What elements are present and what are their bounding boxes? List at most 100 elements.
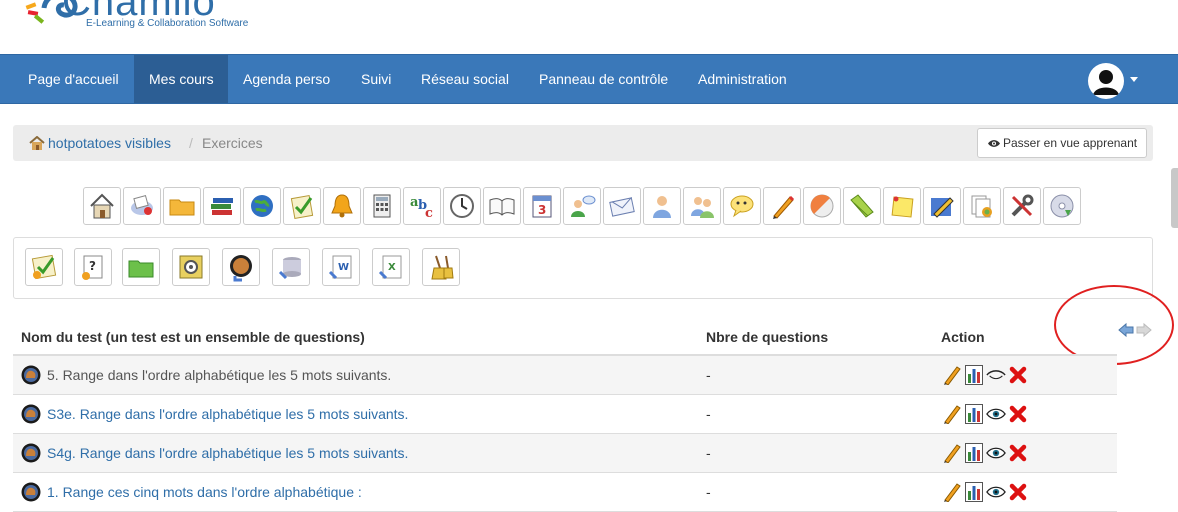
question-count: - [706, 406, 711, 422]
edit-icon[interactable] [942, 481, 962, 503]
edit-icon[interactable] [942, 364, 962, 386]
breadcrumb-current: Exercices [202, 135, 263, 151]
question-count: - [706, 484, 711, 500]
settings-icon[interactable] [1003, 187, 1041, 225]
results-icon[interactable] [964, 403, 984, 425]
home-icon[interactable] [83, 187, 121, 225]
column-header-name[interactable]: Nom du test (un test est un ensemble de … [21, 329, 365, 345]
course-tools-toolbar: abc 3 [83, 187, 1083, 227]
logo-tagline: E-Learning & Collaboration Software [86, 18, 249, 29]
table-row: S4g. Range dans l'ordre alphabétique les… [13, 434, 1117, 473]
nav-agenda[interactable]: Agenda perso [228, 55, 345, 103]
column-header-questions[interactable]: Nbre de questions [706, 329, 828, 345]
results-icon[interactable] [964, 364, 984, 386]
question-count: - [706, 445, 711, 461]
exercises-icon[interactable] [283, 187, 321, 225]
nav-tracking[interactable]: Suivi [346, 55, 406, 103]
wiki-icon[interactable] [843, 187, 881, 225]
row-actions [942, 481, 1028, 503]
links-icon[interactable] [243, 187, 281, 225]
assignments-icon[interactable] [763, 187, 801, 225]
gradebook-icon[interactable] [363, 187, 401, 225]
hotpotatoes-icon [21, 482, 41, 502]
glossary-icon[interactable]: abc [403, 187, 441, 225]
announcements-icon[interactable] [323, 187, 361, 225]
delete-icon[interactable] [1008, 364, 1028, 386]
row-actions [942, 442, 1028, 464]
results-icon[interactable] [964, 442, 984, 464]
svg-text:3: 3 [538, 203, 546, 217]
chat-icon[interactable] [723, 187, 761, 225]
svg-text:c: c [425, 206, 433, 220]
forum-icon[interactable] [563, 187, 601, 225]
attendance-icon[interactable] [443, 187, 481, 225]
new-category-icon[interactable] [122, 248, 160, 286]
nav-home[interactable]: Page d'accueil [13, 55, 134, 103]
breadcrumb: hotpotatoes visibles / Exercices Passer … [13, 125, 1153, 161]
svg-text:W: W [338, 262, 349, 273]
exercise-title[interactable]: S4g. Range dans l'ordre alphabétique les… [47, 445, 408, 461]
new-question-icon[interactable]: ? [74, 248, 112, 286]
student-view-label: Passer en vue apprenant [1003, 136, 1138, 150]
notebook-icon[interactable] [883, 187, 921, 225]
nav-dashboard[interactable]: Panneau de contrôle [524, 55, 683, 103]
survey-icon[interactable] [803, 187, 841, 225]
course-progress-icon[interactable] [483, 187, 521, 225]
nav-social[interactable]: Réseau social [406, 55, 524, 103]
clean-results-icon[interactable] [422, 248, 460, 286]
edit-icon[interactable] [942, 442, 962, 464]
nav-administration[interactable]: Administration [683, 55, 802, 103]
import-word-icon[interactable]: W [322, 248, 360, 286]
table-row: 1. Range ces cinq mots dans l'ordre alph… [13, 473, 1117, 512]
exercise-title[interactable]: 5. Range dans l'ordre alphabétique les 5… [47, 367, 391, 383]
question-count: - [706, 367, 711, 383]
breadcrumb-separator: / [189, 135, 193, 151]
import-excel-icon[interactable]: X [372, 248, 410, 286]
student-view-button[interactable]: Passer en vue apprenant [977, 128, 1147, 158]
nav-my-courses[interactable]: Mes cours [134, 55, 228, 103]
row-actions [942, 364, 1028, 386]
results-icon[interactable] [964, 481, 984, 503]
row-actions [942, 403, 1028, 425]
new-exercise-icon[interactable] [25, 248, 63, 286]
edit-icon[interactable] [942, 403, 962, 425]
groups-icon[interactable] [683, 187, 721, 225]
description-icon[interactable] [123, 187, 161, 225]
delete-icon[interactable] [1008, 442, 1028, 464]
table-row: S3e. Range dans l'ordre alphabétique les… [13, 395, 1117, 434]
hidden-visibility-icon[interactable] [986, 364, 1006, 386]
documents-icon[interactable] [163, 187, 201, 225]
user-menu-caret-icon[interactable] [1130, 77, 1138, 82]
backup-icon[interactable] [1043, 187, 1081, 225]
visible-eye-icon[interactable] [986, 403, 1006, 425]
table-row: 5. Range dans l'ordre alphabétique les 5… [13, 356, 1117, 395]
learning-path-icon[interactable] [203, 187, 241, 225]
hotpotatoes-icon [21, 404, 41, 424]
home-icon[interactable] [29, 136, 45, 150]
visible-eye-icon[interactable] [986, 481, 1006, 503]
exercise-title[interactable]: 1. Range ces cinq mots dans l'ordre alph… [47, 484, 362, 500]
scrollbar-thumb[interactable] [1171, 168, 1178, 228]
messages-icon[interactable] [603, 187, 641, 225]
svg-text:?: ? [89, 259, 96, 273]
projects-icon[interactable] [923, 187, 961, 225]
exercise-actions-panel: ? W X [13, 237, 1153, 299]
import-qti-icon[interactable] [272, 248, 310, 286]
exercise-title[interactable]: S3e. Range dans l'ordre alphabétique les… [47, 406, 408, 422]
main-navbar: Page d'accueil Mes cours Agenda perso Su… [0, 54, 1178, 104]
visible-eye-icon[interactable] [986, 442, 1006, 464]
delete-icon[interactable] [1008, 403, 1028, 425]
eye-icon [988, 140, 1000, 147]
agenda-icon[interactable]: 3 [523, 187, 561, 225]
table-header: Nom du test (un test est un ensemble de … [13, 318, 1117, 356]
reports-icon[interactable] [963, 187, 1001, 225]
breadcrumb-course-link[interactable]: hotpotatoes visibles [48, 135, 171, 151]
hotpotatoes-icon [21, 365, 41, 385]
user-icon[interactable] [643, 187, 681, 225]
column-header-action: Action [941, 329, 985, 345]
hotpotatoes-import-icon[interactable] [222, 248, 260, 286]
delete-icon[interactable] [1008, 481, 1028, 503]
question-pool-icon[interactable] [172, 248, 210, 286]
user-avatar-icon[interactable] [1088, 63, 1124, 99]
svg-text:X: X [388, 262, 396, 273]
